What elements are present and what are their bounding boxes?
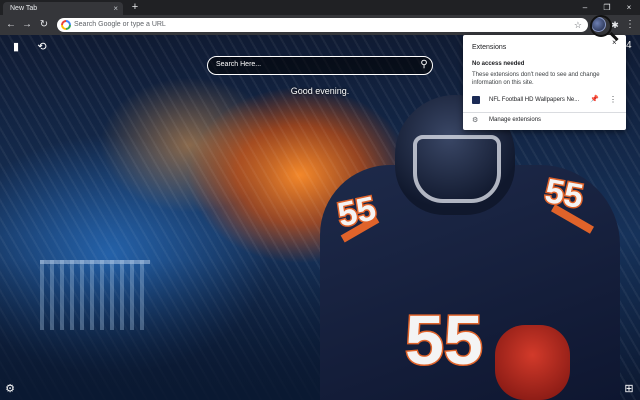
new-tab-button[interactable]: + — [129, 1, 141, 13]
bookmark-icon[interactable]: ▮ — [9, 40, 23, 54]
restore-button[interactable]: ❐ — [596, 0, 618, 15]
google-icon — [61, 20, 71, 30]
manage-extensions-label[interactable]: Manage extensions — [489, 114, 541, 127]
nfl-extension-small-icon — [472, 96, 480, 104]
search-box[interactable]: Search Here... ⚲ — [207, 56, 433, 75]
tab-close-icon[interactable]: × — [113, 2, 118, 15]
no-access-description: These extensions don't need to see and c… — [472, 72, 600, 86]
search-icon[interactable]: ⚲ — [416, 57, 432, 73]
clock-partial-text: 4 — [626, 40, 632, 51]
jersey-number-right: 55 — [541, 171, 588, 218]
popup-divider — [463, 112, 626, 113]
stadium-columns — [40, 260, 150, 330]
search-input[interactable]: Search Here... — [216, 57, 261, 73]
address-bar[interactable]: Search Google or type a URL ☆ — [57, 18, 588, 32]
jersey-number-chest: 55 — [404, 300, 485, 381]
toolbar: ← → ↻ Search Google or type a URL ☆ ✱ ⋮ — [0, 15, 640, 35]
forward-button[interactable]: → — [20, 18, 34, 32]
extension-item[interactable]: NFL Football HD Wallpapers Ne... 📌 ⋮ — [463, 93, 626, 107]
extension-item-label[interactable]: NFL Football HD Wallpapers Ne... — [489, 93, 584, 107]
player-glove — [495, 325, 570, 400]
no-access-heading: No access needed — [472, 61, 525, 67]
minimize-button[interactable]: – — [574, 0, 596, 15]
back-button[interactable]: ← — [4, 18, 18, 32]
address-bar-placeholder: Search Google or type a URL — [74, 21, 166, 28]
history-icon[interactable]: ⟲ — [35, 40, 49, 54]
chrome-menu-icon[interactable]: ⋮ — [624, 18, 636, 32]
gear-icon: ⚙ — [472, 117, 479, 124]
tab-new-tab[interactable]: New Tab × — [3, 2, 123, 15]
extension-more-icon[interactable]: ⋮ — [609, 93, 617, 107]
tab-title: New Tab — [10, 5, 38, 12]
popup-title: Extensions — [472, 44, 507, 51]
greeting-text: Good evening. — [290, 86, 350, 96]
reload-button[interactable]: ↻ — [37, 18, 51, 32]
bookmark-star-icon[interactable]: ☆ — [574, 18, 582, 32]
pin-icon[interactable]: 📌 — [590, 93, 599, 107]
window-close-button[interactable]: × — [618, 0, 640, 15]
magnifier-cursor — [590, 15, 612, 37]
jersey-number-left: 55 — [333, 188, 381, 236]
title-bar: New Tab × + – ❐ × — [0, 0, 640, 15]
extensions-popup: Extensions No access needed These extens… — [463, 35, 626, 130]
apps-grid-icon[interactable]: ⊞ — [622, 382, 636, 396]
settings-gear-icon[interactable]: ⚙ — [3, 382, 17, 396]
manage-extensions-link[interactable]: ⚙ Manage extensions — [463, 114, 626, 127]
